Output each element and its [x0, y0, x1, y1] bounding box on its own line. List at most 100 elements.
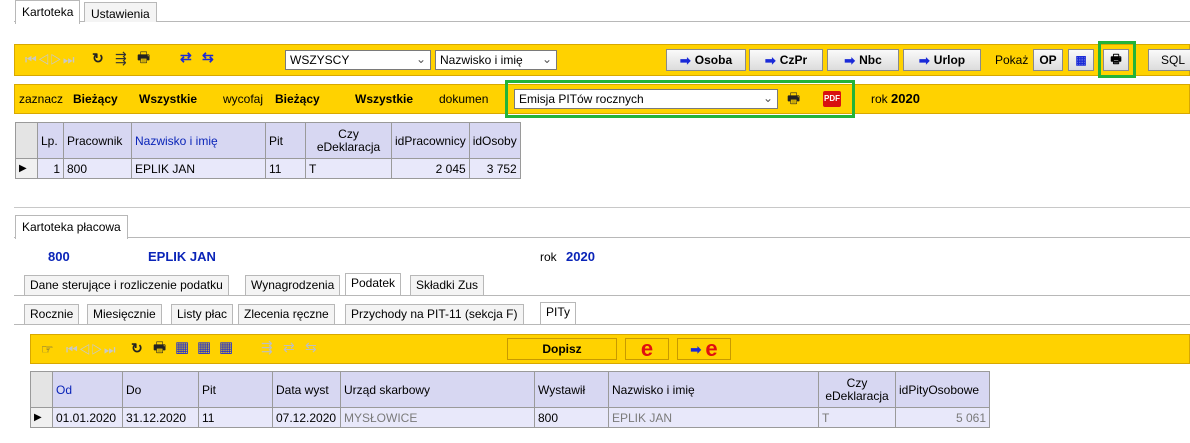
tab-listy-plac[interactable]: Listy płac: [171, 304, 234, 324]
column-header[interactable]: Pit: [198, 371, 273, 408]
czpr-button[interactable]: ➡ CzPr: [749, 49, 823, 71]
column-header[interactable]: Pit: [265, 122, 306, 159]
nbc-button[interactable]: ➡ Nbc: [827, 49, 899, 71]
employee-name: EPLIK JAN: [148, 249, 216, 264]
tab-pity[interactable]: PITy: [540, 302, 577, 324]
subtabs-baseline: [14, 324, 1190, 325]
cell-id-pracownicy: 2 045: [391, 158, 470, 179]
payroll-year-label: rok: [540, 250, 557, 264]
mark-all-icon[interactable]: ⇄: [283, 340, 295, 354]
column-header[interactable]: Wystawił: [534, 371, 609, 408]
column-header[interactable]: Nazwisko i imię: [131, 122, 266, 159]
urlop-button-label: Urlop: [933, 53, 966, 67]
print-preview-icon[interactable]: 🖶: [1103, 49, 1129, 71]
print-icon[interactable]: 🖶: [137, 50, 150, 64]
column-header[interactable]: Urząd skarbowy: [340, 371, 535, 408]
column-header[interactable]: idPityOsobowe: [895, 371, 990, 408]
column-header[interactable]: Pracownik: [63, 122, 132, 159]
unmark-all-icon[interactable]: ⇆: [202, 50, 214, 64]
table-view-icon[interactable]: ▦: [197, 340, 211, 355]
sql-button[interactable]: SQL: [1148, 49, 1190, 71]
add-button[interactable]: Dopisz: [507, 338, 617, 360]
tab-zlecenia-reczne[interactable]: Zlecenia ręczne: [238, 304, 335, 324]
column-header[interactable]: Data wyst: [272, 371, 341, 408]
column-header[interactable]: idPracownicy: [391, 122, 470, 159]
document-select[interactable]: Emisja PITów rocznych ⌄: [514, 89, 778, 109]
row-indicator-header: [15, 122, 38, 159]
pity-toolbar: ☞ ⏮◁▷⏭ ↻ 🖶 ▦ ▦ ▦ ⇶ ⇄ ⇆ Dopisz e ➡ e: [30, 334, 1190, 364]
grid-view-icon[interactable]: ▦: [1068, 49, 1094, 71]
mark-all-button[interactable]: Wszystkie: [139, 92, 197, 106]
column-header[interactable]: idOsoby: [468, 122, 521, 159]
unmark-all-button[interactable]: Wszystkie: [355, 92, 413, 106]
tab-miesiecznie[interactable]: Miesięcznie: [87, 304, 162, 324]
table-header-row: Lp. Pracownik Nazwisko i imię Pit Czy eD…: [15, 122, 521, 159]
mark-current-button[interactable]: Bieżący: [73, 92, 118, 106]
pointer-hand-icon[interactable]: ☞: [41, 342, 54, 356]
table-header-row: Od Do Pit Data wyst Urząd skarbowy Wysta…: [30, 371, 990, 408]
tab-dane-sterujace[interactable]: Dane sterujące i rozliczenie podatku: [24, 275, 229, 295]
refresh-icon[interactable]: ↻: [92, 51, 104, 65]
tab-kartoteka[interactable]: Kartoteka: [15, 0, 81, 24]
cell-od: 01.01.2020: [52, 407, 123, 428]
column-header[interactable]: Lp.: [37, 122, 64, 159]
sort-select-value: Nazwisko i imię: [440, 53, 523, 67]
filter-select[interactable]: WSZYSCY ⌄: [285, 50, 431, 70]
chevron-down-icon: ⌄: [541, 52, 552, 66]
unmark-all-icon[interactable]: ⇆: [305, 340, 317, 354]
unmark-current-button[interactable]: Bieżący: [275, 92, 320, 106]
table-row[interactable]: ▶ 01.01.2020 31.12.2020 11 07.12.2020 MY…: [30, 407, 990, 428]
tab-wynagrodzenia[interactable]: Wynagrodzenia: [245, 275, 341, 295]
cell-edeklaracja: T: [305, 158, 392, 179]
arrow-right-icon: ➡: [679, 52, 691, 68]
e-declaration-button[interactable]: e: [625, 338, 669, 360]
cell-lp: 1: [37, 158, 64, 179]
osoba-button-label: Osoba: [694, 53, 733, 67]
sort-select[interactable]: Nazwisko i imię ⌄: [435, 50, 557, 70]
export-icon[interactable]: ⇶: [115, 51, 127, 65]
employee-code: 800: [48, 249, 70, 264]
calendar-view-icon[interactable]: ▦: [219, 340, 233, 355]
table-row[interactable]: ▶ 1 800 EPLIK JAN 11 T 2 045 3 752: [15, 158, 521, 179]
unmark-label: wycofaj: [223, 92, 264, 106]
column-header[interactable]: Czy eDeklaracja: [818, 371, 896, 408]
employees-table: Lp. Pracownik Nazwisko i imię Pit Czy eD…: [15, 122, 521, 179]
grid-view-icon[interactable]: ▦: [175, 340, 189, 355]
row-indicator-header: [30, 371, 53, 408]
urlop-button[interactable]: ➡ Urlop: [903, 49, 981, 71]
chevron-down-icon: ⌄: [415, 52, 426, 66]
column-header[interactable]: Do: [122, 371, 199, 408]
column-header[interactable]: Nazwisko i imię: [608, 371, 819, 408]
arrow-right-icon: ➡: [690, 341, 702, 357]
tab-skladki-zus[interactable]: Składki Zus: [410, 275, 485, 295]
cell-edeklaracja: T: [818, 407, 896, 428]
osoba-button[interactable]: ➡ Osoba: [666, 49, 746, 71]
cell-pracownik: 800: [63, 158, 132, 179]
print-icon[interactable]: 🖶: [787, 91, 800, 105]
year-value: 2020: [891, 91, 920, 106]
export-icon[interactable]: ⇶: [261, 340, 273, 354]
tab-ustawienia[interactable]: Ustawienia: [84, 2, 157, 22]
chevron-down-icon: ⌄: [762, 91, 773, 105]
selection-toolbar: zaznacz Bieżący Wszystkie wycofaj Bieżąc…: [14, 84, 1190, 114]
column-header[interactable]: Czy eDeklaracja: [305, 122, 392, 159]
tab-przychody-pit11[interactable]: Przychody na PIT-11 (sekcja F): [345, 304, 524, 324]
tab-podatek[interactable]: Podatek: [345, 273, 402, 295]
pdf-icon[interactable]: PDF: [823, 91, 841, 107]
mark-all-icon[interactable]: ⇄: [180, 50, 192, 64]
tab-rocznie[interactable]: Rocznie: [24, 304, 80, 324]
cell-nazwisko: EPLIK JAN: [608, 407, 819, 428]
pity-table: Od Do Pit Data wyst Urząd skarbowy Wysta…: [30, 371, 990, 428]
section-divider: [14, 207, 1190, 208]
refresh-icon[interactable]: ↻: [131, 341, 143, 355]
print-icon[interactable]: 🖶: [153, 340, 166, 354]
tab-kartoteka-placowa[interactable]: Kartoteka płacowa: [15, 215, 128, 239]
column-header[interactable]: Od: [52, 371, 123, 408]
e-declaration-send-button[interactable]: ➡ e: [677, 338, 731, 360]
op-button[interactable]: OP: [1033, 49, 1063, 71]
record-nav-icons[interactable]: ⏮◁▷⏭: [25, 52, 76, 68]
filter-select-value: WSZYSCY: [290, 53, 350, 67]
arrow-right-icon: ➡: [844, 52, 856, 68]
cell-pit: 11: [198, 407, 273, 428]
record-nav-icons[interactable]: ⏮◁▷⏭: [66, 342, 117, 358]
